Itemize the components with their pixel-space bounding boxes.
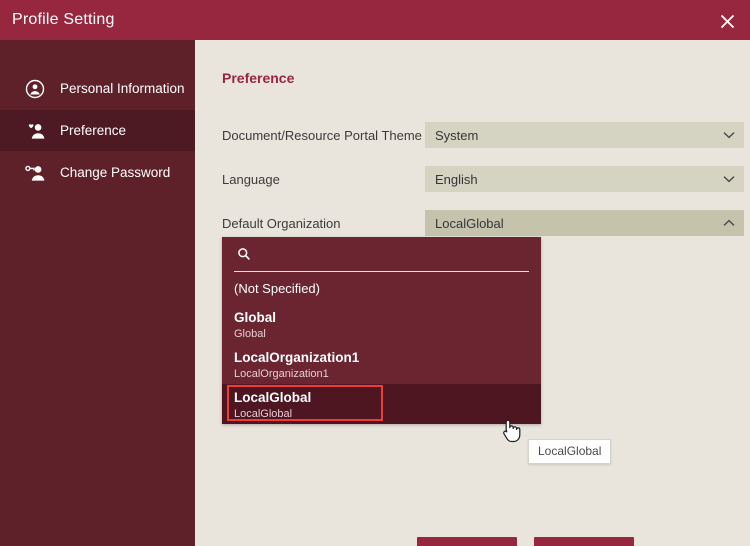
- tooltip: LocalGlobal: [528, 439, 612, 464]
- chevron-up-icon: [723, 210, 735, 236]
- sidebar-item-personal-information[interactable]: Personal Information: [0, 68, 195, 109]
- language-select[interactable]: English: [425, 166, 744, 192]
- default-organization-dropdown: (Not Specified) Global Global LocalOrgan…: [222, 237, 541, 424]
- form-row-default-organization: Default Organization LocalGlobal: [222, 210, 744, 236]
- profile-setting-dialog: Profile Setting Personal Information Pre…: [0, 0, 750, 546]
- dropdown-option-title: LocalOrganization1: [234, 349, 360, 365]
- dropdown-option-subtitle: Global: [234, 327, 266, 340]
- sidebar-item-preference[interactable]: Preference: [0, 110, 195, 151]
- default-organization-value: LocalGlobal: [435, 215, 504, 231]
- dropdown-option-title: Global: [234, 309, 277, 325]
- dropdown-option-title: LocalGlobal: [234, 389, 312, 405]
- portal-theme-select[interactable]: System: [425, 122, 744, 148]
- field-label-default-organization: Default Organization: [222, 215, 341, 231]
- section-title: Preference: [222, 70, 295, 86]
- sidebar-item-change-password[interactable]: Change Password: [0, 152, 195, 193]
- chevron-down-icon: [723, 166, 735, 192]
- field-label-portal-theme: Document/Resource Portal Theme: [222, 127, 422, 143]
- person-key-icon: [24, 162, 46, 184]
- dropdown-option-not-specified[interactable]: (Not Specified): [222, 272, 541, 304]
- sidebar-item-label: Change Password: [60, 165, 171, 180]
- dialog-titlebar: Profile Setting: [0, 0, 750, 40]
- search-icon: [236, 246, 252, 262]
- field-label-language: Language: [222, 171, 280, 187]
- dropdown-search-row: [234, 237, 529, 272]
- sidebar-item-label: Preference: [60, 123, 127, 138]
- page-title: Profile Setting: [12, 11, 115, 28]
- dropdown-option-localglobal[interactable]: LocalGlobal LocalGlobal: [222, 384, 541, 424]
- language-value: English: [435, 171, 478, 187]
- close-icon[interactable]: [714, 8, 740, 34]
- form-row-language: Language English: [222, 166, 744, 192]
- portal-theme-value: System: [435, 127, 479, 143]
- save-button[interactable]: Save: [417, 537, 517, 546]
- dropdown-option-localorganization1[interactable]: LocalOrganization1 LocalOrganization1: [222, 344, 541, 384]
- default-organization-select[interactable]: LocalGlobal: [425, 210, 744, 236]
- dialog-footer: Save Cancel: [417, 537, 634, 546]
- dropdown-option-subtitle: LocalGlobal: [234, 407, 293, 420]
- sidebar-item-label: Personal Information: [60, 81, 185, 96]
- cancel-button[interactable]: Cancel: [534, 537, 634, 546]
- account-circle-icon: [24, 78, 46, 100]
- dropdown-search-input[interactable]: [258, 243, 529, 265]
- person-heart-icon: [24, 120, 46, 142]
- dropdown-option-label: (Not Specified): [234, 280, 320, 296]
- sidebar: Personal Information Preference Change P…: [0, 40, 195, 546]
- chevron-down-icon: [723, 122, 735, 148]
- dropdown-option-global[interactable]: Global Global: [222, 304, 541, 344]
- form-row-portal-theme: Document/Resource Portal Theme System: [222, 122, 744, 148]
- dropdown-option-subtitle: LocalOrganization1: [234, 367, 329, 380]
